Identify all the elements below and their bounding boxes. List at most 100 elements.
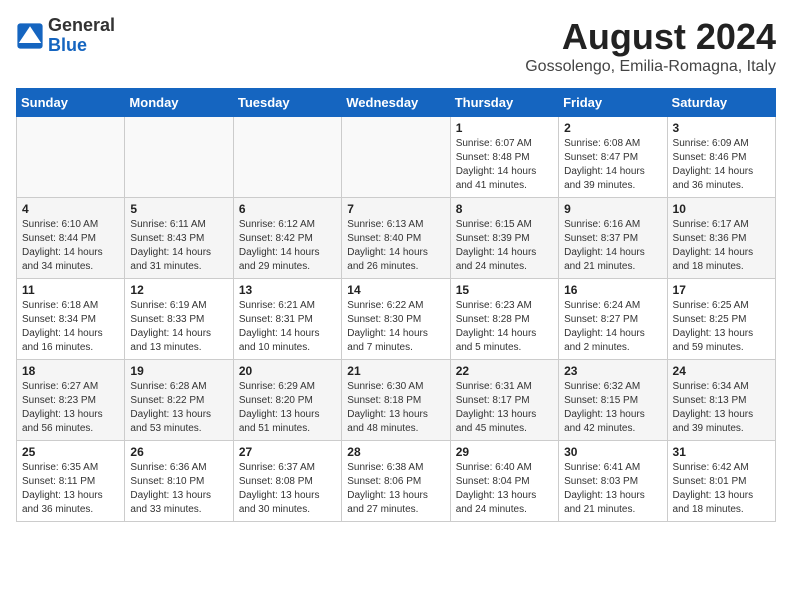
calendar-cell: 12 Sunrise: 6:19 AM Sunset: 8:33 PM Dayli… [125, 279, 233, 360]
day-info: Sunrise: 6:38 AM Sunset: 8:06 PM Dayligh… [347, 461, 444, 517]
day-number: 27 [239, 445, 336, 459]
day-header-friday: Friday [559, 89, 667, 117]
day-info: Sunrise: 6:12 AM Sunset: 8:42 PM Dayligh… [239, 218, 336, 274]
day-header-wednesday: Wednesday [342, 89, 450, 117]
day-info: Sunrise: 6:15 AM Sunset: 8:39 PM Dayligh… [456, 218, 553, 274]
calendar-week-2: 4 Sunrise: 6:10 AM Sunset: 8:44 PM Daylig… [17, 198, 776, 279]
day-number: 23 [564, 364, 661, 378]
day-info: Sunrise: 6:35 AM Sunset: 8:11 PM Dayligh… [22, 461, 119, 517]
calendar-cell: 18 Sunrise: 6:27 AM Sunset: 8:23 PM Dayli… [17, 360, 125, 441]
calendar-cell: 2 Sunrise: 6:08 AM Sunset: 8:47 PM Daylig… [559, 117, 667, 198]
day-header-thursday: Thursday [450, 89, 558, 117]
day-info: Sunrise: 6:17 AM Sunset: 8:36 PM Dayligh… [673, 218, 770, 274]
calendar-cell: 15 Sunrise: 6:23 AM Sunset: 8:28 PM Dayli… [450, 279, 558, 360]
day-info: Sunrise: 6:41 AM Sunset: 8:03 PM Dayligh… [564, 461, 661, 517]
day-number: 5 [130, 202, 227, 216]
calendar-cell: 13Sunrise: 6:21 AM Sunset: 8:31 PM Dayli… [233, 279, 341, 360]
calendar-cell: 16 Sunrise: 6:24 AM Sunset: 8:27 PM Dayli… [559, 279, 667, 360]
calendar-cell: 7 Sunrise: 6:13 AM Sunset: 8:40 PM Daylig… [342, 198, 450, 279]
day-number: 24 [673, 364, 770, 378]
calendar-cell: 31 Sunrise: 6:42 AM Sunset: 8:01 PM Dayli… [667, 441, 775, 522]
day-number: 10 [673, 202, 770, 216]
calendar-cell: 10 Sunrise: 6:17 AM Sunset: 8:36 PM Dayli… [667, 198, 775, 279]
main-title: August 2024 [525, 16, 776, 58]
calendar-cell: 3Sunrise: 6:09 AM Sunset: 8:46 PM Daylig… [667, 117, 775, 198]
logo-text: General Blue [48, 16, 115, 56]
calendar-cell: 17Sunrise: 6:25 AM Sunset: 8:25 PM Dayli… [667, 279, 775, 360]
day-info: Sunrise: 6:30 AM Sunset: 8:18 PM Dayligh… [347, 380, 444, 436]
calendar-table: SundayMondayTuesdayWednesdayThursdayFrid… [16, 88, 776, 522]
calendar-cell: 4 Sunrise: 6:10 AM Sunset: 8:44 PM Daylig… [17, 198, 125, 279]
day-header-monday: Monday [125, 89, 233, 117]
day-number: 29 [456, 445, 553, 459]
calendar-cell: 30 Sunrise: 6:41 AM Sunset: 8:03 PM Dayli… [559, 441, 667, 522]
day-info: Sunrise: 6:40 AM Sunset: 8:04 PM Dayligh… [456, 461, 553, 517]
day-info: Sunrise: 6:19 AM Sunset: 8:33 PM Dayligh… [130, 299, 227, 355]
day-header-tuesday: Tuesday [233, 89, 341, 117]
day-number: 18 [22, 364, 119, 378]
day-number: 16 [564, 283, 661, 297]
day-info: Sunrise: 6:09 AM Sunset: 8:46 PM Dayligh… [673, 137, 770, 193]
day-info: Sunrise: 6:23 AM Sunset: 8:28 PM Dayligh… [456, 299, 553, 355]
day-number: 19 [130, 364, 227, 378]
day-info: Sunrise: 6:24 AM Sunset: 8:27 PM Dayligh… [564, 299, 661, 355]
day-number: 26 [130, 445, 227, 459]
calendar-cell: 11Sunrise: 6:18 AM Sunset: 8:34 PM Dayli… [17, 279, 125, 360]
day-number: 13 [239, 283, 336, 297]
calendar-cell [342, 117, 450, 198]
day-number: 9 [564, 202, 661, 216]
calendar-cell: 14Sunrise: 6:22 AM Sunset: 8:30 PM Dayli… [342, 279, 450, 360]
calendar-cell: 24Sunrise: 6:34 AM Sunset: 8:13 PM Dayli… [667, 360, 775, 441]
calendar-cell: 19 Sunrise: 6:28 AM Sunset: 8:22 PM Dayli… [125, 360, 233, 441]
day-number: 8 [456, 202, 553, 216]
calendar-cell: 9Sunrise: 6:16 AM Sunset: 8:37 PM Daylig… [559, 198, 667, 279]
calendar-cell: 27 Sunrise: 6:37 AM Sunset: 8:08 PM Dayli… [233, 441, 341, 522]
calendar-cell: 29 Sunrise: 6:40 AM Sunset: 8:04 PM Dayli… [450, 441, 558, 522]
calendar-cell: 26Sunrise: 6:36 AM Sunset: 8:10 PM Dayli… [125, 441, 233, 522]
day-number: 7 [347, 202, 444, 216]
day-info: Sunrise: 6:13 AM Sunset: 8:40 PM Dayligh… [347, 218, 444, 274]
calendar-cell: 6Sunrise: 6:12 AM Sunset: 8:42 PM Daylig… [233, 198, 341, 279]
title-area: August 2024 Gossolengo, Emilia-Romagna, … [525, 16, 776, 76]
logo-icon [16, 22, 44, 50]
day-number: 4 [22, 202, 119, 216]
calendar-cell [233, 117, 341, 198]
day-header-saturday: Saturday [667, 89, 775, 117]
calendar-cell: 25 Sunrise: 6:35 AM Sunset: 8:11 PM Dayli… [17, 441, 125, 522]
day-info: Sunrise: 6:28 AM Sunset: 8:22 PM Dayligh… [130, 380, 227, 436]
day-info: Sunrise: 6:31 AM Sunset: 8:17 PM Dayligh… [456, 380, 553, 436]
day-info: Sunrise: 6:32 AM Sunset: 8:15 PM Dayligh… [564, 380, 661, 436]
day-info: Sunrise: 6:27 AM Sunset: 8:23 PM Dayligh… [22, 380, 119, 436]
day-info: Sunrise: 6:07 AM Sunset: 8:48 PM Dayligh… [456, 137, 553, 193]
day-info: Sunrise: 6:37 AM Sunset: 8:08 PM Dayligh… [239, 461, 336, 517]
day-number: 12 [130, 283, 227, 297]
day-number: 15 [456, 283, 553, 297]
calendar-cell: 8 Sunrise: 6:15 AM Sunset: 8:39 PM Daylig… [450, 198, 558, 279]
day-info: Sunrise: 6:10 AM Sunset: 8:44 PM Dayligh… [22, 218, 119, 274]
subtitle: Gossolengo, Emilia-Romagna, Italy [525, 58, 776, 76]
logo: General Blue [16, 16, 115, 56]
calendar-cell [125, 117, 233, 198]
day-info: Sunrise: 6:25 AM Sunset: 8:25 PM Dayligh… [673, 299, 770, 355]
day-number: 20 [239, 364, 336, 378]
day-number: 11 [22, 283, 119, 297]
calendar-cell: 1Sunrise: 6:07 AM Sunset: 8:48 PM Daylig… [450, 117, 558, 198]
calendar-header-row: SundayMondayTuesdayWednesdayThursdayFrid… [17, 89, 776, 117]
day-info: Sunrise: 6:08 AM Sunset: 8:47 PM Dayligh… [564, 137, 661, 193]
day-number: 2 [564, 121, 661, 135]
day-number: 21 [347, 364, 444, 378]
calendar-cell: 28 Sunrise: 6:38 AM Sunset: 8:06 PM Dayli… [342, 441, 450, 522]
logo-blue: Blue [48, 36, 115, 56]
calendar-cell: 5 Sunrise: 6:11 AM Sunset: 8:43 PM Daylig… [125, 198, 233, 279]
day-info: Sunrise: 6:11 AM Sunset: 8:43 PM Dayligh… [130, 218, 227, 274]
day-number: 14 [347, 283, 444, 297]
day-number: 30 [564, 445, 661, 459]
day-number: 25 [22, 445, 119, 459]
header: General Blue August 2024 Gossolengo, Emi… [16, 16, 776, 76]
day-info: Sunrise: 6:42 AM Sunset: 8:01 PM Dayligh… [673, 461, 770, 517]
day-header-sunday: Sunday [17, 89, 125, 117]
day-number: 31 [673, 445, 770, 459]
calendar-cell: 21 Sunrise: 6:30 AM Sunset: 8:18 PM Dayli… [342, 360, 450, 441]
day-number: 28 [347, 445, 444, 459]
logo-general: General [48, 16, 115, 36]
